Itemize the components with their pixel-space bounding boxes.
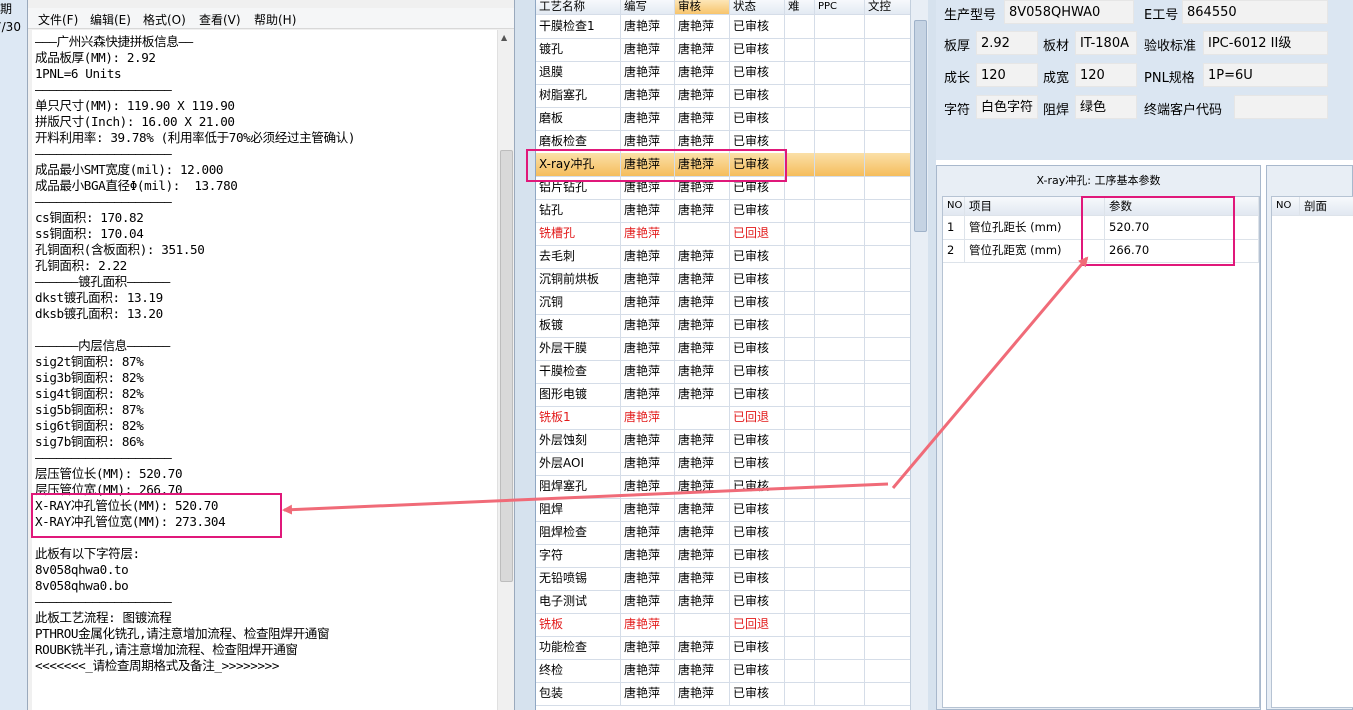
arrow-to-params bbox=[891, 256, 1089, 489]
arrow-to-notepad bbox=[282, 482, 889, 515]
annotation-arrows bbox=[282, 256, 1089, 515]
